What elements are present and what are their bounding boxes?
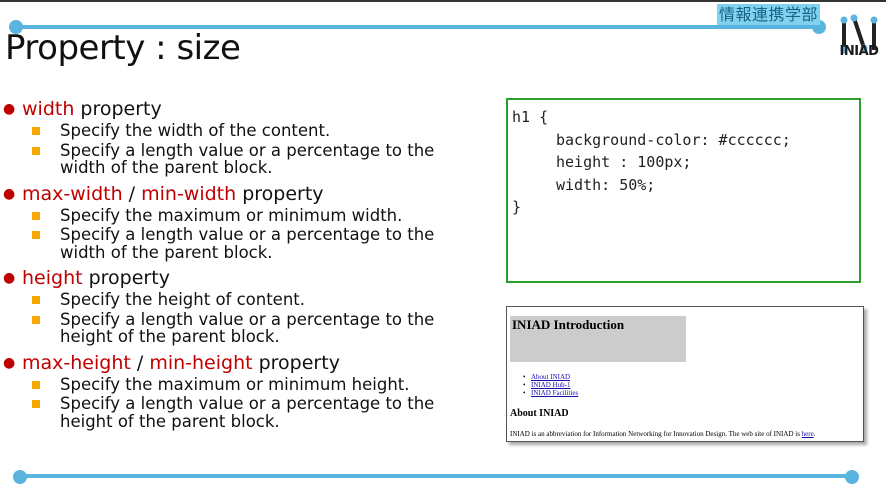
preview-link-list: • About INIAD • INIAD Hub-1 • INIAD Facilit… (523, 373, 578, 397)
preview-heading: INIAD Introduction (510, 316, 686, 362)
bullet-dot-icon: ● (3, 270, 16, 286)
bullet-text: / (122, 182, 142, 205)
square-bullet-icon (32, 211, 40, 220)
preview-link-hub[interactable]: INIAD Hub-1 (531, 381, 570, 389)
sub-bullet-list: Specify the maximum or minimum height. Sp… (0, 374, 490, 431)
footer-rule-right-dot (845, 470, 859, 484)
preview-list-item: • About INIAD (523, 373, 571, 381)
bullet-text: / (130, 351, 150, 374)
bullet-text: property (252, 351, 340, 374)
property-name: min-width (141, 182, 237, 205)
square-bullet-icon (32, 296, 40, 304)
bullet-item: ● max-width / min-width property Specify t… (0, 183, 490, 262)
code-line: background-color: #cccccc; (556, 130, 791, 149)
sub-bullet-list: Specify the maximum or minimum width. Spe… (0, 205, 490, 262)
preview-link-here[interactable]: here (802, 430, 814, 438)
property-name: width (22, 98, 75, 120)
property-name: max-height (22, 351, 131, 374)
preview-paragraph: INIAD is an abbreviation for Information… (510, 430, 815, 438)
bullet-list: ● width property Specify the width of the … (0, 98, 490, 430)
preview-paragraph-end: . (813, 430, 816, 438)
bullet-main: ● height property (0, 267, 490, 289)
bullet-text: property (74, 98, 162, 120)
bullet-main: ● max-height / min-height property (0, 352, 490, 374)
property-name: max-width (22, 182, 123, 205)
square-bullet-icon (32, 127, 40, 135)
bullet-text: property (236, 182, 324, 205)
preview-subheading: About INIAD (510, 408, 569, 419)
sub-bullet: Specify a length value or a percentage t… (0, 140, 480, 177)
sub-bullet: Specify the width of the content. (0, 122, 480, 140)
top-border (0, 0, 886, 2)
square-bullet-icon (32, 400, 40, 408)
bullet-dot-icon: ● (3, 354, 16, 371)
sub-bullet-text: Specify a length value or a percentage t… (60, 140, 435, 177)
sub-bullet: Specify a length value or a percentage t… (0, 226, 480, 261)
code-line: height : 100px; (556, 153, 692, 171)
code-line: h1 { (512, 108, 549, 126)
square-bullet-icon (32, 315, 40, 324)
sub-bullet: Specify a length value or a percentage t… (0, 309, 480, 346)
bullet-dot-icon: ● (3, 185, 16, 202)
square-bullet-icon (32, 231, 40, 239)
sub-bullet-text: Specify the height of content. (60, 290, 306, 309)
preview-paragraph-text: INIAD is an abbreviation for Information… (510, 430, 802, 438)
sub-bullet-text: Specify a length value or a percentage t… (60, 394, 435, 431)
preview-link-facilities[interactable]: INIAD Facilities (531, 389, 578, 397)
square-bullet-icon (32, 146, 40, 155)
sub-bullet: Specify the height of content. (0, 291, 480, 309)
faculty-label: 情報連携学部 (717, 4, 821, 25)
preview-link-about[interactable]: About INIAD (531, 373, 570, 381)
slide-title: Property : size (5, 28, 241, 68)
browser-preview: INIAD Introduction • About INIAD • INIAD H… (506, 306, 864, 442)
code-line: width: 50%; (556, 175, 656, 194)
sub-bullet-list: Specify the width of the content. Specify… (0, 122, 490, 177)
sub-bullet: Specify a length value or a percentage t… (0, 395, 480, 430)
css-code: h1 { background-color: #cccccc; height : 1… (508, 100, 859, 219)
bullet-text: property (82, 267, 170, 289)
footer-rule-left-dot (13, 470, 27, 484)
sub-bullet-text: Specify the maximum or minimum height. (60, 374, 410, 394)
sub-bullet-text: Specify a length value or a percentage t… (60, 309, 435, 346)
footer-rule (16, 474, 856, 478)
sub-bullet-text: Specify the maximum or minimum width. (60, 205, 403, 225)
code-line: } (512, 198, 522, 216)
bullet-item: ● max-height / min-height property Specify… (0, 352, 490, 431)
property-name: height (22, 267, 83, 289)
preview-list-item: • INIAD Facilities (523, 389, 579, 397)
code-box: h1 { background-color: #cccccc; height : 1… (506, 98, 861, 283)
sub-bullet-text: Specify the width of the content. (60, 121, 331, 140)
preview-list-item: • INIAD Hub-1 (523, 381, 571, 389)
bullet-item: ● height property Specify the height of co… (0, 267, 490, 346)
bullet-item: ● width property Specify the width of the … (0, 98, 490, 177)
square-bullet-icon (32, 380, 40, 389)
bullet-main: ● max-width / min-width property (0, 183, 490, 205)
property-name: min-height (149, 351, 253, 374)
sub-bullet-text: Specify a length value or a percentage t… (60, 225, 435, 262)
sub-bullet-list: Specify the height of content. Specify a … (0, 291, 490, 346)
bullet-main: ● width property (0, 98, 490, 120)
sub-bullet: Specify the maximum or minimum width. (0, 205, 480, 225)
bullet-dot-icon: ● (3, 101, 16, 117)
logo-text: INIAD (839, 44, 879, 59)
sub-bullet: Specify the maximum or minimum height. (0, 374, 480, 394)
